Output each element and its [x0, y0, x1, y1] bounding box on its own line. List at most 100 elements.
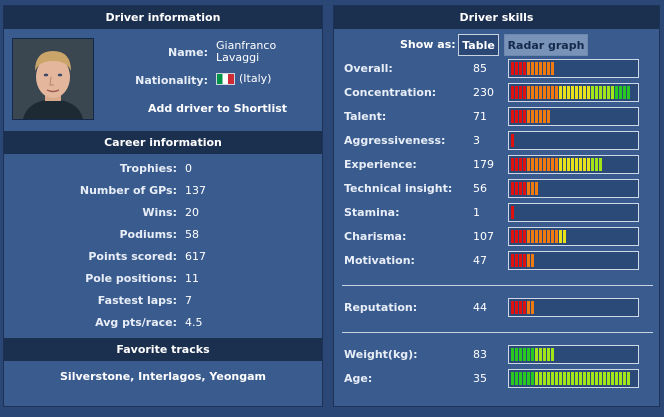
skill-bar-segment	[543, 62, 546, 75]
career-information-header: Career information	[4, 131, 322, 154]
skill-bar-segment	[511, 301, 514, 314]
skill-bar-segment	[535, 110, 538, 123]
skill-bar-segment	[587, 372, 590, 385]
skill-bar-segment	[611, 86, 614, 99]
skill-bar-segment	[519, 230, 522, 243]
skill-bar-segment	[511, 372, 514, 385]
skill-bar-segment	[587, 86, 590, 99]
skill-value: 83	[473, 348, 487, 361]
skill-bar-segment	[523, 86, 526, 99]
skill-bar-segment	[599, 372, 602, 385]
career-row-value: 7	[185, 294, 192, 307]
skill-bar-segment	[519, 182, 522, 195]
career-row-value: 0	[185, 162, 192, 175]
tab-radar-graph[interactable]: Radar graph	[504, 34, 588, 56]
skill-bar-segment	[535, 86, 538, 99]
driver-photo	[12, 38, 94, 120]
driver-portrait-image	[13, 39, 93, 119]
skill-bar-segment	[587, 158, 590, 171]
skill-bar-segment	[563, 158, 566, 171]
skill-bar-segment	[539, 62, 542, 75]
skill-bar-segment	[559, 372, 562, 385]
career-row-avg-pts: Avg pts/race: 4.5	[4, 316, 322, 338]
skill-bar-segment	[535, 348, 538, 361]
skill-bar-segment	[527, 301, 530, 314]
skill-label: Talent:	[344, 110, 387, 123]
add-to-shortlist-link[interactable]: Add driver to Shortlist	[148, 102, 287, 115]
skill-bar-segment	[563, 230, 566, 243]
skill-bar-segment	[595, 158, 598, 171]
skill-label: Concentration:	[344, 86, 437, 99]
skill-row-aggressiveness: Aggressiveness: 3	[334, 131, 659, 153]
skill-bar-segment	[519, 348, 522, 361]
skill-bar-segment	[539, 348, 542, 361]
skill-bar-segment	[531, 254, 534, 267]
skill-bar-segment	[539, 86, 542, 99]
career-row-label: Points scored:	[88, 250, 177, 263]
skill-bar	[508, 369, 639, 388]
skill-bar-segment	[575, 372, 578, 385]
career-row-label: Avg pts/race:	[95, 316, 177, 329]
skill-bar-segment	[567, 158, 570, 171]
skill-bar	[508, 155, 639, 174]
skill-bar-segment	[599, 86, 602, 99]
skill-bar-segment	[551, 158, 554, 171]
skill-bar-segment	[511, 182, 514, 195]
skill-bar-segment	[527, 110, 530, 123]
skill-bar-segment	[527, 254, 530, 267]
skill-value: 107	[473, 230, 494, 243]
driver-information-panel: Driver information Name: Gianfranco Lava…	[3, 5, 323, 407]
career-row-gps: Number of GPs: 137	[4, 184, 322, 206]
skill-value: 47	[473, 254, 487, 267]
skill-bar-segment	[519, 158, 522, 171]
skill-label: Overall:	[344, 62, 393, 75]
skill-bar-segment	[531, 301, 534, 314]
skill-row-reputation: Reputation: 44	[334, 298, 659, 320]
skill-bar-fill	[511, 86, 630, 99]
skill-bar-segment	[547, 62, 550, 75]
skill-label: Aggressiveness:	[344, 134, 446, 147]
skill-value: 85	[473, 62, 487, 75]
skill-bar-segment	[519, 301, 522, 314]
skill-bar-segment	[511, 158, 514, 171]
career-row-value: 11	[185, 272, 199, 285]
skill-bar-segment	[583, 372, 586, 385]
skill-bar-segment	[531, 372, 534, 385]
skill-bar-segment	[527, 62, 530, 75]
skill-bar-segment	[535, 230, 538, 243]
skill-bar-segment	[579, 372, 582, 385]
skill-bar-segment	[615, 372, 618, 385]
skill-bar-segment	[551, 348, 554, 361]
skill-bar-segment	[603, 372, 606, 385]
skill-bar-segment	[555, 230, 558, 243]
tab-table[interactable]: Table	[458, 34, 499, 56]
skill-bar-segment	[547, 86, 550, 99]
skill-bar-segment	[547, 110, 550, 123]
skill-bar-segment	[619, 86, 622, 99]
divider	[342, 332, 653, 333]
skill-bar-segment	[563, 372, 566, 385]
skill-bar-segment	[575, 86, 578, 99]
skill-bar-segment	[515, 182, 518, 195]
skill-bar-segment	[559, 86, 562, 99]
skill-bar-segment	[523, 62, 526, 75]
favorite-tracks-list: Silverstone, Interlagos, Yeongam	[60, 370, 266, 383]
skill-bar-segment	[523, 372, 526, 385]
skill-row-charisma: Charisma: 107	[334, 227, 659, 249]
skill-bar-segment	[539, 372, 542, 385]
skill-bar-segment	[531, 348, 534, 361]
skill-bar-segment	[527, 230, 530, 243]
skill-bar-fill	[511, 301, 534, 314]
career-row-wins: Wins: 20	[4, 206, 322, 228]
skill-bar-segment	[571, 158, 574, 171]
skill-bar	[508, 59, 639, 78]
skill-bar-segment	[511, 86, 514, 99]
skill-bar-segment	[555, 372, 558, 385]
skill-bar-segment	[607, 86, 610, 99]
skill-bar-segment	[619, 372, 622, 385]
skill-bar-segment	[527, 372, 530, 385]
career-row-points: Points scored: 617	[4, 250, 322, 272]
skill-bar-segment	[579, 86, 582, 99]
career-row-value: 58	[185, 228, 199, 241]
skill-bar-segment	[627, 372, 630, 385]
